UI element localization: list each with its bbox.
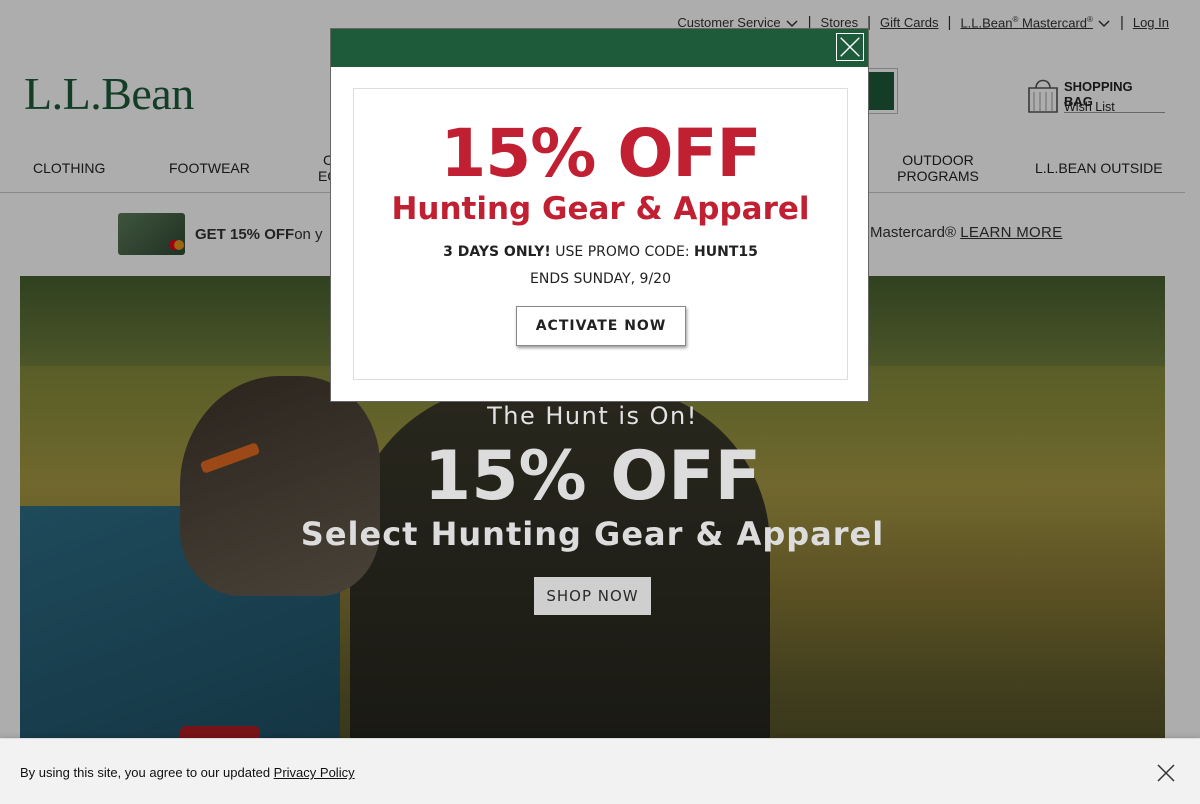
close-icon[interactable] (1157, 764, 1175, 782)
modal-promo-content[interactable]: 15% OFF Hunting Gear & Apparel 3 DAYS ON… (353, 88, 848, 380)
hero-subtitle: The Hunt is On! (487, 402, 698, 430)
modal-discount: 15% OFF (440, 115, 761, 192)
privacy-policy-link[interactable]: Privacy Policy (274, 765, 355, 780)
shop-now-button[interactable]: SHOP NOW (534, 577, 651, 615)
hero-headline: 15% OFF (423, 437, 762, 516)
activate-now-button[interactable]: ACTIVATE NOW (516, 306, 686, 346)
promo-modal: 15% OFF Hunting Gear & Apparel 3 DAYS ON… (330, 28, 869, 402)
modal-subtitle: Hunting Gear & Apparel (391, 191, 810, 227)
hero-tagline: Select Hunting Gear & Apparel (300, 515, 885, 553)
close-icon[interactable] (836, 33, 864, 61)
cookie-banner: By using this site, you agree to our upd… (0, 738, 1200, 804)
cookie-text: By using this site, you agree to our upd… (20, 765, 355, 780)
modal-promo-code: 3 DAYS ONLY! USE PROMO CODE: HUNT15 (443, 244, 758, 260)
modal-header (331, 29, 868, 67)
modal-end-date: ENDS SUNDAY, 9/20 (530, 271, 671, 287)
